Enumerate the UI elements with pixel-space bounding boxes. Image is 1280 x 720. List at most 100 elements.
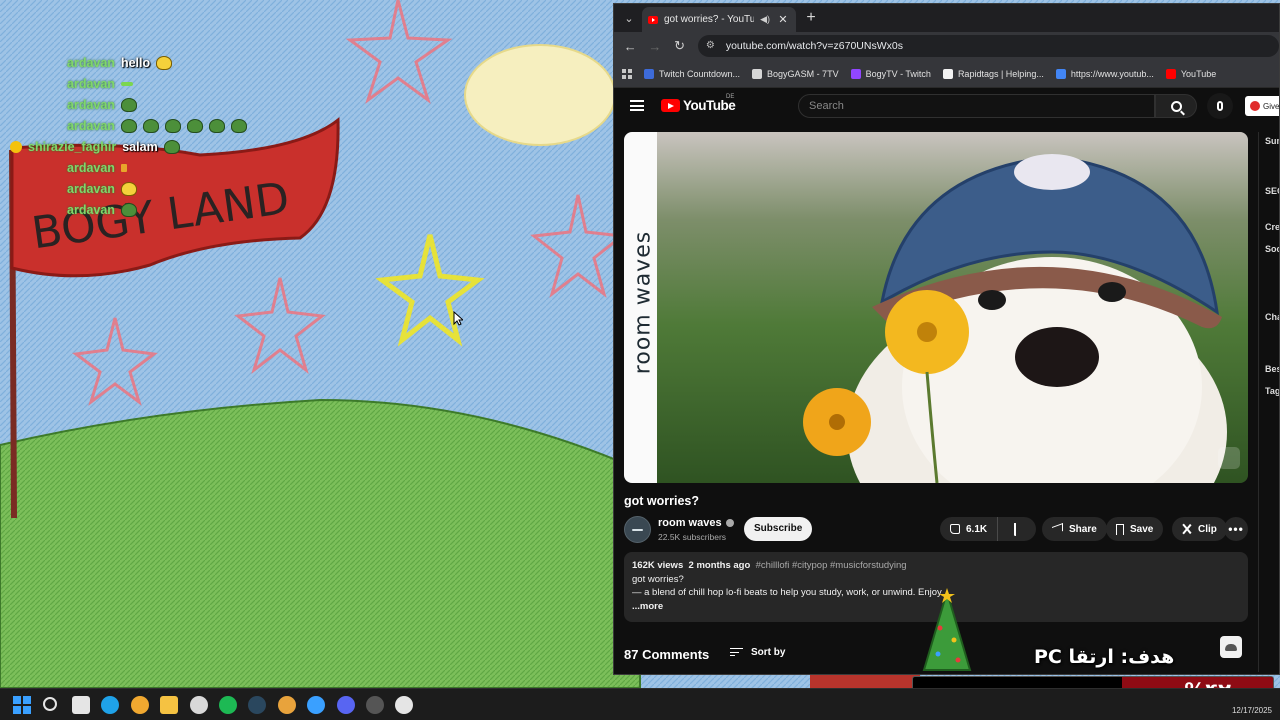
chat-username: ardavan [67,160,115,175]
tab-youtube[interactable]: got worries? - YouTube ◀) ✕ [642,7,796,32]
youtube-logo[interactable]: YouTube [661,98,736,113]
task-view-icon[interactable] [72,696,90,714]
mouse-cursor [453,311,463,326]
subscriber-count: 22.5K subscribers [658,532,727,542]
hamburger-menu-icon[interactable] [630,100,644,111]
start-icon[interactable] [13,696,31,714]
bookmark-item[interactable]: Twitch Countdown... [644,68,740,79]
speaker-icon[interactable]: ◀) [760,14,770,25]
dog-eye [1098,282,1126,302]
sort-icon [730,648,743,657]
youtube-logo-text: YouTube [683,98,736,113]
spotify-icon[interactable] [219,696,237,714]
steam-icon[interactable] [248,696,266,714]
share-button[interactable]: Share [1042,517,1107,541]
file-explorer-icon[interactable] [160,696,178,714]
chat-text: salam [122,139,158,154]
apps-icon[interactable] [622,68,632,79]
dislike-button[interactable] [1004,522,1026,536]
forward-button[interactable]: → [645,35,666,57]
like-count: 6.1K [966,523,988,535]
address-bar[interactable]: ⚙ youtube.com/watch?v=z670UNsWx0s [697,35,1279,57]
chat-username: ardavan [67,181,115,196]
bookmark-item[interactable]: YouTube [1165,68,1217,79]
taskbar-clock[interactable]: 12/17/2025 [1232,706,1272,715]
channel-name-text: room waves [658,517,722,529]
bookmark-item[interactable]: BogyTV - Twitch [850,68,931,79]
youtube-header: YouTube DE Search Give [614,88,1279,124]
pepe-emote-icon [120,202,137,217]
chat-username: ardavan [67,55,115,70]
close-tab-icon[interactable]: ✕ [776,13,790,26]
browser-window: ⌄ got worries? - YouTube ◀) ✕ + ← → ↻ ⚙ … [613,3,1280,675]
thumbs-up-icon [950,524,960,534]
search-button[interactable] [1155,94,1197,118]
edge-icon[interactable] [101,696,119,714]
site-info-icon[interactable]: ⚙ [706,41,718,51]
bookmark-item[interactable]: BogyGASM - 7TV [752,68,839,79]
bookmark-favicon-icon [1055,68,1066,79]
reload-button[interactable]: ↻ [669,35,690,57]
vscode-icon[interactable] [307,696,325,714]
wordpress-icon[interactable] [190,696,208,714]
bookmark-favicon-icon [942,68,953,79]
microphone-icon [1217,101,1223,111]
goal-label: هدف: ارتقا PC [1034,646,1175,668]
new-tab-button[interactable]: + [802,9,820,27]
bookmark-item[interactable]: Rapidtags | Helping... [942,68,1044,79]
bookmark-item[interactable]: https://www.youtub... [1055,68,1154,79]
green-emote-icon [120,81,133,86]
channel-avatar[interactable] [624,516,651,543]
pepe-emote-icon [163,139,180,154]
chat-text: hello [120,55,151,70]
voice-search-button[interactable] [1207,93,1233,119]
search-icon[interactable] [43,697,57,711]
right-sidebar: Sum SEC Cre Soc Cha Bes Tag [1258,132,1280,672]
clip-label: Clip [1198,523,1217,535]
bookmark-label: Rapidtags | Helping... [957,68,1044,79]
player-side-text: room waves [630,230,656,375]
app-icon[interactable] [395,696,413,714]
video-title: got worries? [624,494,700,508]
sort-by-button[interactable]: Sort by [730,647,785,658]
sidebar-section-label: Soc [1265,244,1280,254]
hashtags[interactable]: #chilllofi #citypop #musicforstudying [756,560,907,571]
dog-nose [1015,327,1099,387]
cloud-button[interactable] [1220,636,1242,658]
more-actions-button[interactable]: ••• [1224,517,1248,541]
save-button[interactable]: Save [1106,517,1164,541]
player-side-banner: room waves [624,132,657,483]
subscribe-button[interactable]: Subscribe [744,517,813,541]
scissors-icon [1182,524,1192,534]
video-player[interactable]: room waves [624,132,1248,483]
save-label: Save [1130,523,1154,535]
bookmark-favicon-icon [1165,68,1176,79]
like-button[interactable]: 6.1K [940,517,999,541]
bookmark-label: YouTube [1180,68,1217,79]
browser-toolbar: ← → ↻ ⚙ youtube.com/watch?v=z670UNsWx0s [614,32,1279,60]
copilot-icon[interactable] [131,696,149,714]
channel-watermark[interactable] [1218,447,1240,469]
sidebar-section-label: Bes [1265,364,1280,374]
search-input[interactable]: Search [798,94,1155,118]
chat-username: ardavan [67,118,115,133]
discord-icon[interactable] [337,696,355,714]
pepe-emote-icon [230,118,247,133]
description-line: got worries? [632,573,684,585]
chat-username: ardavan [67,76,115,91]
cup-emote-icon [120,163,127,172]
clip-button[interactable]: Clip [1172,517,1227,541]
give-button[interactable]: Give [1245,96,1279,116]
obs-icon[interactable] [366,696,384,714]
channel-name[interactable]: room waves [658,517,734,529]
back-button[interactable]: ← [620,35,641,57]
tab-search-button[interactable]: ⌄ [618,8,640,28]
sidebar-section-label: Tag [1265,386,1280,396]
chat-message: ardavan hello [67,52,173,73]
give-icon [1250,101,1260,111]
chrome-icon[interactable] [278,696,296,714]
like-dislike-group: 6.1K [940,517,1036,541]
chat-username: shirazie_faghir [28,139,117,154]
bookmark-label: BogyTV - Twitch [865,68,931,79]
bookmark-label: https://www.youtub... [1070,68,1154,79]
